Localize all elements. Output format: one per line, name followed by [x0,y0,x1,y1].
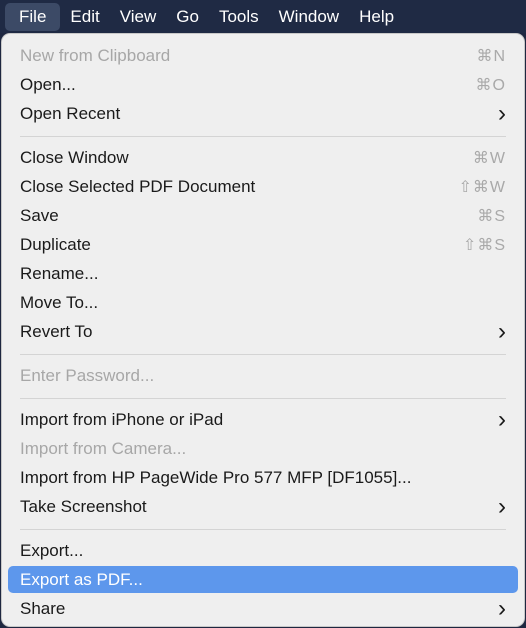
menu-item-export-as-pdf[interactable]: Export as PDF... [8,566,518,593]
shortcut-label: ⇧⌘S [462,236,506,254]
menu-item-enter-password: Enter Password... [8,362,518,389]
menu-item-label: Export... [20,540,84,560]
menubar-item-view[interactable]: View [110,3,167,31]
menubar-item-window[interactable]: Window [269,3,349,31]
chevron-right-icon: › [498,99,506,127]
menu-item-label: Export as PDF... [20,569,143,589]
menu-item-label: New from Clipboard [20,45,171,65]
shortcut-label: ⌘N [476,47,506,65]
menu-item-label: Duplicate [20,234,91,254]
menu-item-label: Import from Camera... [20,438,187,458]
menu-item-label: Take Screenshot [20,496,147,516]
menu-item-close-selected-pdf-document[interactable]: Close Selected PDF Document ⇧⌘W [8,173,518,200]
menu-item-open-recent[interactable]: Open Recent › [8,100,518,127]
menu-item-label: Open... [20,74,76,94]
menubar-item-help[interactable]: Help [349,3,404,31]
menu-item-label: Save [20,205,59,225]
menu-item-label: Move To... [20,292,99,312]
menu-item-label: Rename... [20,263,99,283]
menu-item-import-from-camera: Import from Camera... [8,435,518,462]
menu-item-share[interactable]: Share › [8,595,518,622]
menu-item-import-from-hp-pagewide-pro-577-mfp-df1055[interactable]: Import from HP PageWide Pro 577 MFP [DF1… [8,464,518,491]
menubar-item-file[interactable]: File [5,2,61,31]
menu-item-import-from-iphone-or-ipad[interactable]: Import from iPhone or iPad › [8,406,518,433]
menu-separator [20,354,506,355]
shortcut-label: ⇧⌘W [458,178,506,196]
chevron-right-icon: › [498,317,506,345]
menu-item-label: Import from iPhone or iPad [20,409,224,429]
menu-item-new-from-clipboard: New from Clipboard ⌘N [8,42,518,69]
file-menu: New from Clipboard ⌘N Open... ⌘O Open Recent… [2,34,524,626]
menu-item-label: Close Window [20,147,129,167]
menubar-item-edit[interactable]: Edit [60,3,109,31]
menu-separator [20,529,506,530]
menu-item-close-window[interactable]: Close Window ⌘W [8,144,518,171]
menu-item-label: Enter Password... [20,365,155,385]
shortcut-label: ⌘S [477,207,506,225]
menu-item-label: Import from HP PageWide Pro 577 MFP [DF1… [20,467,412,487]
menubar-item-go[interactable]: Go [166,3,209,31]
menu-item-label: Share [20,598,66,618]
menu-item-export[interactable]: Export... [8,537,518,564]
menu-item-label: Open Recent [20,103,121,123]
menu-separator [20,136,506,137]
menu-item-save[interactable]: Save ⌘S [8,202,518,229]
menu-item-take-screenshot[interactable]: Take Screenshot › [8,493,518,520]
menu-separator [20,398,506,399]
menu-item-rename[interactable]: Rename... [8,260,518,287]
menu-item-move-to[interactable]: Move To... [8,289,518,316]
menu-bar: File Edit View Go Tools Window Help [0,0,526,33]
shortcut-label: ⌘W [472,149,506,167]
menu-item-label: Close Selected PDF Document [20,176,256,196]
menubar-item-tools[interactable]: Tools [209,3,269,31]
menu-item-revert-to[interactable]: Revert To › [8,318,518,345]
chevron-right-icon: › [498,594,506,622]
menu-item-label: Revert To [20,321,93,341]
chevron-right-icon: › [498,405,506,433]
menu-item-duplicate[interactable]: Duplicate ⇧⌘S [8,231,518,258]
menu-item-open[interactable]: Open... ⌘O [8,71,518,98]
shortcut-label: ⌘O [475,76,506,94]
chevron-right-icon: › [498,492,506,520]
